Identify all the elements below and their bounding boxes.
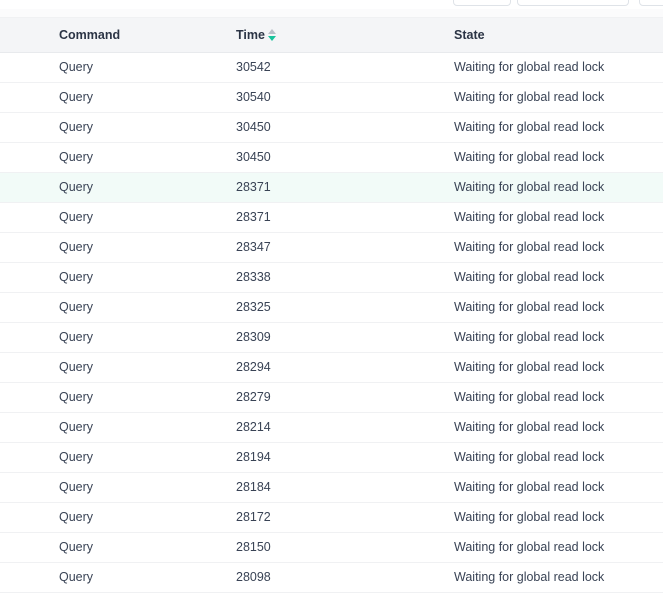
cell-state: Waiting for global read lock: [433, 562, 663, 593]
cell-command: Query: [0, 502, 218, 533]
cell-state: Waiting for global read lock: [433, 142, 663, 173]
cell-time: 28279: [218, 382, 433, 413]
cell-command: Query: [0, 382, 218, 413]
cell-command: Query: [0, 322, 218, 353]
table-row[interactable]: Query 28279 Waiting for global read lock: [0, 382, 663, 413]
cell-command: Query: [0, 352, 218, 383]
cell-time: 28371: [218, 202, 433, 233]
cell-time: 28371: [218, 172, 433, 203]
table-row[interactable]: Query 28150 Waiting for global read lock: [0, 532, 663, 563]
cell-state: Waiting for global read lock: [433, 202, 663, 233]
cell-command: Query: [0, 172, 218, 203]
toolbar-control-left[interactable]: [453, 0, 511, 6]
cell-state: Waiting for global read lock: [433, 472, 663, 503]
table-row[interactable]: Query 28172 Waiting for global read lock: [0, 502, 663, 533]
table-row[interactable]: Query 28371 Waiting for global read lock: [0, 172, 663, 203]
cell-command: Query: [0, 52, 218, 83]
cell-time: 28172: [218, 502, 433, 533]
table-row[interactable]: Query 28294 Waiting for global read lock: [0, 352, 663, 383]
toolbar-control-right[interactable]: [639, 0, 663, 6]
column-header-time[interactable]: Time: [218, 18, 433, 53]
table-row[interactable]: Query 28309 Waiting for global read lock: [0, 322, 663, 353]
sort-indicator-icon[interactable]: [268, 28, 277, 41]
cell-time: 30540: [218, 82, 433, 113]
table-row[interactable]: Query 30450 Waiting for global read lock: [0, 112, 663, 143]
table-row[interactable]: Query 28194 Waiting for global read lock: [0, 442, 663, 473]
cell-time: 30450: [218, 142, 433, 173]
process-list-table: Command Time State Query 30542 Waiting for…: [0, 18, 663, 593]
table-row[interactable]: Query 28325 Waiting for global read lock: [0, 292, 663, 323]
cell-state: Waiting for global read lock: [433, 382, 663, 413]
cell-state: Waiting for global read lock: [433, 262, 663, 293]
cell-time: 28150: [218, 532, 433, 563]
cell-command: Query: [0, 232, 218, 263]
cell-state: Waiting for global read lock: [433, 292, 663, 323]
table-row[interactable]: Query 30540 Waiting for global read lock: [0, 82, 663, 113]
cell-command: Query: [0, 472, 218, 503]
cell-time: 28309: [218, 322, 433, 353]
column-header-state-label: State: [454, 27, 485, 42]
cell-command: Query: [0, 562, 218, 593]
cell-command: Query: [0, 112, 218, 143]
table-row[interactable]: Query 28184 Waiting for global read lock: [0, 472, 663, 503]
cell-command: Query: [0, 292, 218, 323]
cell-time: 28098: [218, 562, 433, 593]
table-row[interactable]: Query 30450 Waiting for global read lock: [0, 142, 663, 173]
column-header-time-label: Time: [236, 27, 265, 42]
table-row[interactable]: Query 28347 Waiting for global read lock: [0, 232, 663, 263]
cell-state: Waiting for global read lock: [433, 52, 663, 83]
table-row[interactable]: Query 28098 Waiting for global read lock: [0, 562, 663, 593]
table-body: Query 30542 Waiting for global read lock Qu…: [0, 52, 663, 593]
cell-command: Query: [0, 262, 218, 293]
cell-state: Waiting for global read lock: [433, 232, 663, 263]
toolbar-strip: [0, 0, 663, 9]
cell-state: Waiting for global read lock: [433, 82, 663, 113]
cell-time: 28294: [218, 352, 433, 383]
cell-command: Query: [0, 532, 218, 563]
cell-time: 30450: [218, 112, 433, 143]
table-row[interactable]: Query 28214 Waiting for global read lock: [0, 412, 663, 443]
cell-time: 28184: [218, 472, 433, 503]
cell-time: 28347: [218, 232, 433, 263]
table-row[interactable]: Query 28371 Waiting for global read lock: [0, 202, 663, 233]
column-header-command[interactable]: Command: [0, 18, 218, 53]
cell-state: Waiting for global read lock: [433, 412, 663, 443]
caret-up-icon: [268, 29, 277, 34]
cell-state: Waiting for global read lock: [433, 442, 663, 473]
cell-command: Query: [0, 142, 218, 173]
cell-state: Waiting for global read lock: [433, 172, 663, 203]
toolbar-divider: [0, 9, 663, 18]
table-header: Command Time State: [0, 18, 663, 53]
cell-time: 28338: [218, 262, 433, 293]
cell-time: 28194: [218, 442, 433, 473]
cell-command: Query: [0, 442, 218, 473]
column-header-state[interactable]: State: [433, 18, 663, 53]
toolbar-search-input[interactable]: [517, 0, 629, 6]
cell-time: 30542: [218, 52, 433, 83]
cell-state: Waiting for global read lock: [433, 532, 663, 563]
cell-command: Query: [0, 412, 218, 443]
cell-time: 28214: [218, 412, 433, 443]
column-header-command-label: Command: [59, 27, 121, 42]
table-row[interactable]: Query 30542 Waiting for global read lock: [0, 52, 663, 83]
cell-state: Waiting for global read lock: [433, 322, 663, 353]
cell-command: Query: [0, 202, 218, 233]
caret-down-icon: [268, 35, 277, 41]
cell-time: 28325: [218, 292, 433, 323]
table-row[interactable]: Query 28338 Waiting for global read lock: [0, 262, 663, 293]
cell-state: Waiting for global read lock: [433, 352, 663, 383]
table-header-row: Command Time State: [0, 18, 663, 53]
cell-state: Waiting for global read lock: [433, 112, 663, 143]
cell-state: Waiting for global read lock: [433, 502, 663, 533]
cell-command: Query: [0, 82, 218, 113]
